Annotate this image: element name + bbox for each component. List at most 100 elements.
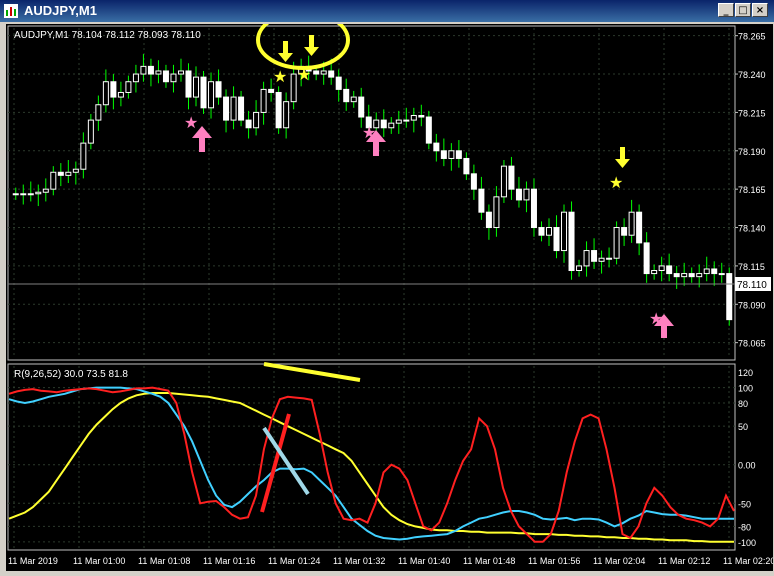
candle-body-up [65, 171, 72, 176]
indicator-lines [8, 386, 735, 543]
candle-body-up [117, 91, 124, 98]
candle-body-down [568, 211, 575, 272]
candle-body-down [515, 188, 522, 201]
candle-body-up [35, 191, 42, 195]
price-panel-info: AUDJPY,M1 78.104 78.112 78.093 78.110 [14, 30, 201, 41]
price-tick-label: 78.265 [738, 32, 766, 42]
chart-area[interactable]: 78.265 78.240 78.215 78.190 78.165 78.140 78.1… [6, 10, 774, 571]
down-arrow-icon [615, 147, 630, 168]
candle-body-down [275, 91, 282, 129]
candle-body-up [658, 265, 665, 272]
candle-body-up [718, 273, 725, 276]
candles [12, 54, 733, 326]
candle-body-down [538, 227, 545, 236]
candle-body-up [260, 88, 267, 113]
time-tick-label: 11 Mar 02:12 [658, 556, 710, 566]
time-tick-label: 11 Mar 01:56 [528, 556, 580, 566]
candle-body-up [606, 257, 613, 260]
minimize-button[interactable]: _ [718, 3, 734, 17]
candle-body-up [20, 193, 27, 196]
candle-body-down [440, 150, 447, 159]
close-button[interactable]: × [752, 3, 768, 17]
candle-body-down [162, 70, 169, 83]
candle-body-up [50, 171, 57, 190]
red-indicator-line [8, 386, 735, 543]
price-tick-label: 78.115 [738, 262, 765, 272]
candle-body-down [200, 76, 207, 109]
indicator-tick-label: -100 [738, 538, 756, 548]
candle-body-up [448, 150, 455, 159]
candle-body-up [170, 73, 177, 83]
candle-body-down [185, 70, 192, 98]
candle-body-up [523, 188, 530, 201]
candle-body-down [666, 265, 673, 275]
time-tick-label: 11 Mar 01:08 [138, 556, 190, 566]
candle-body-up [125, 81, 132, 93]
time-tick-label: 11 Mar 01:16 [203, 556, 255, 566]
candle-body-up [80, 142, 87, 170]
indicator-tick-label: 0.00 [738, 461, 756, 471]
candle-body-up [703, 268, 710, 275]
highlight-ellipse [256, 10, 350, 70]
candle-body-up [283, 101, 290, 129]
candle-body-up [561, 211, 568, 252]
candle-body-down [335, 76, 342, 90]
candle-body-down [418, 114, 425, 118]
cyan-indicator-line [8, 386, 734, 541]
time-tick-label: 11 Mar 01:40 [398, 556, 450, 566]
divergence-line [263, 362, 361, 382]
candle-body-down [110, 81, 117, 98]
candle-body-up [388, 122, 395, 129]
candle-body-up [403, 119, 410, 122]
down-arrow-icon [278, 41, 293, 62]
indicator-tick-label: 50 [738, 422, 748, 432]
candle-body-down [238, 96, 245, 121]
time-tick-label: 11 Mar 2019 [8, 556, 58, 566]
candle-body-down [621, 227, 628, 236]
indicator-tick-label: 100 [738, 384, 753, 394]
maximize-button[interactable]: □ [735, 3, 751, 17]
time-tick-label: 11 Mar 02:04 [593, 556, 645, 566]
candle-body-down [643, 242, 650, 275]
yellow-indicator-line [8, 392, 734, 543]
candle-body-down [470, 173, 477, 190]
indicator-axis: 120 100 80 50 0.00 -50 -80 -100 [738, 368, 756, 548]
candle-body-down [245, 119, 252, 129]
candle-body-up [613, 227, 620, 259]
candle-body-up [410, 114, 417, 121]
candle-body-down [433, 142, 440, 152]
candle-body-down [380, 119, 387, 129]
candle-body-up [253, 111, 260, 129]
candle-body-down [358, 96, 365, 118]
chart-canvas[interactable]: 78.265 78.240 78.215 78.190 78.165 78.140 78.1… [6, 10, 774, 571]
star-icon: ★ [184, 115, 198, 132]
candle-body-down [328, 70, 335, 78]
candle-body-down [673, 273, 680, 278]
candle-body-up [545, 227, 552, 236]
candle-body-up [208, 81, 215, 109]
price-tick-label: 78.190 [738, 147, 766, 157]
candle-body-up [87, 119, 94, 144]
candle-body-up [27, 193, 34, 196]
grid [8, 28, 735, 548]
price-tick-label: 78.065 [738, 339, 766, 349]
candle-body-down [223, 96, 230, 121]
indicator-tick-label: -50 [738, 499, 751, 509]
candle-body-down [711, 268, 718, 275]
indicator-tick-label: 80 [738, 399, 748, 409]
indicator-panel-info: R(9,26,52) 30.0 73.5 81.8 [14, 369, 128, 380]
candle-body-down [268, 88, 275, 93]
price-tick-label: 78.215 [738, 108, 766, 118]
candle-body-down [313, 70, 320, 75]
price-panel-frame [7, 25, 736, 361]
price-tick-label: 78.240 [738, 70, 766, 80]
window-titlebar[interactable]: AUDJPY,M1 _ □ × [0, 0, 774, 22]
candle-body-down [688, 273, 695, 278]
time-tick-label: 11 Mar 01:32 [333, 556, 385, 566]
candle-body-up [493, 196, 500, 229]
candle-body-up [290, 73, 297, 103]
candle-body-down [463, 157, 470, 175]
candle-body-up [72, 168, 79, 173]
candle-body-down [726, 273, 733, 321]
candle-body-up [193, 76, 200, 98]
